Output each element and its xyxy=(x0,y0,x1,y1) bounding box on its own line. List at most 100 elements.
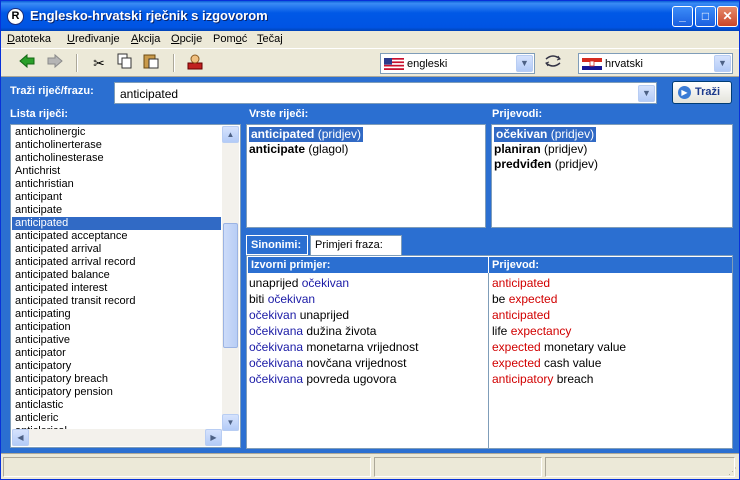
word-list-item[interactable]: anticipated balance xyxy=(12,269,221,282)
scroll-right-icon[interactable]: ▶ xyxy=(205,429,222,446)
word-list-item[interactable]: anticipative xyxy=(12,334,221,347)
scroll-left-icon[interactable]: ◀ xyxy=(12,429,29,446)
word-list-item[interactable]: anticholinesterase xyxy=(12,152,221,165)
word-list-item[interactable]: anticipated arrival xyxy=(12,243,221,256)
translation-example-row[interactable]: anticipated xyxy=(490,307,626,323)
translation-example-row[interactable]: anticipated xyxy=(490,275,626,291)
vertical-scrollbar[interactable]: ▲ ▼ xyxy=(222,126,239,431)
word-list-item[interactable]: anticipating xyxy=(12,308,221,321)
word-list-item[interactable]: anticipatory pension xyxy=(12,386,221,399)
menu-item-label-end: atoteka xyxy=(14,33,52,45)
translation-header: Prijevod: xyxy=(489,257,732,273)
search-button[interactable]: ▶ Traži xyxy=(672,81,732,104)
swap-languages-icon[interactable] xyxy=(543,53,563,73)
user-install-icon[interactable] xyxy=(185,53,205,73)
menu-bar: Datoteka Uređivanje Akcija Opcije Pomoć Tečaj xyxy=(1,31,739,48)
translation-example-row[interactable]: life expectancy xyxy=(490,323,626,339)
translation-example-row-text: life xyxy=(492,324,511,338)
maximize-button[interactable]: □ xyxy=(695,6,716,27)
word-list-header: Lista riječi: xyxy=(10,108,69,120)
toolbar: ✂ engleski ▼ hrvatski ▼ xyxy=(1,48,739,77)
source-example-row[interactable]: očekivan unaprijed xyxy=(247,307,418,323)
translation-item[interactable]: planiran (pridjev) xyxy=(494,142,587,157)
chevron-down-icon[interactable]: ▼ xyxy=(714,55,731,72)
menu-item[interactable]: Akcija xyxy=(131,33,160,45)
scroll-thumb[interactable] xyxy=(223,223,238,348)
scroll-down-icon[interactable]: ▼ xyxy=(222,414,239,431)
translations-list[interactable]: očekivan (pridjev) planiran (pridjev) pred… xyxy=(491,124,733,228)
search-input[interactable]: anticipated ▼ xyxy=(114,82,657,104)
forward-arrow-icon[interactable] xyxy=(45,53,65,73)
word-list-item[interactable]: anticipated transit record xyxy=(12,295,221,308)
word-list-item[interactable]: anticipatory breach xyxy=(12,373,221,386)
app-window: R Englesko-hrvatski rječnik s izgovorom … xyxy=(0,0,740,480)
source-example-row-text: očekivana xyxy=(249,324,304,338)
menu-item[interactable]: Tečaj xyxy=(257,33,283,45)
word-list[interactable]: anticholinergic anticholinerterase anticho… xyxy=(10,124,241,448)
menu-item[interactable]: Datoteka xyxy=(7,33,51,45)
paste-icon[interactable] xyxy=(141,53,161,73)
word-list-item[interactable]: anticipated acceptance xyxy=(12,230,221,243)
scroll-up-icon[interactable]: ▲ xyxy=(222,126,239,143)
target-language-select[interactable]: hrvatski ▼ xyxy=(578,53,733,74)
word-list-item[interactable]: anticipated interest xyxy=(12,282,221,295)
word-list-item[interactable]: anticipator xyxy=(12,347,221,360)
source-example-header: Izvorni primjer: xyxy=(248,257,488,273)
word-list-item[interactable]: anticholinergic xyxy=(12,126,221,139)
word-list-item[interactable]: anticleric xyxy=(12,412,221,425)
translation-example-row-text: expected xyxy=(508,292,558,306)
source-example-row[interactable]: biti očekivan xyxy=(247,291,418,307)
title-bar[interactable]: R Englesko-hrvatski rječnik s izgovorom … xyxy=(1,1,739,31)
menu-item[interactable]: Uređivanje xyxy=(67,33,120,45)
menu-item[interactable]: Pomoć xyxy=(213,33,247,45)
source-example-row-text: biti xyxy=(249,292,268,306)
word-list-item[interactable]: anticipate xyxy=(12,204,221,217)
source-example-row[interactable]: očekivana dužina života xyxy=(247,323,418,339)
minimize-button[interactable]: _ xyxy=(672,6,693,27)
copy-icon[interactable] xyxy=(115,53,135,73)
menu-item-accelerator: U xyxy=(67,33,75,45)
close-button[interactable]: ✕ xyxy=(717,6,738,27)
resize-grip-icon[interactable]: ⋰ xyxy=(728,466,737,477)
source-example-row[interactable]: očekivana povreda ugovora xyxy=(247,371,418,387)
translation-example-row[interactable]: anticipatory breach xyxy=(490,371,626,387)
tab-examples[interactable]: Primjeri fraza: xyxy=(310,235,402,257)
source-example-row-text: povreda ugovora xyxy=(303,372,397,386)
translation-example-row-text: expectancy xyxy=(510,324,572,338)
translation-item[interactable]: predviđen (pridjev) xyxy=(494,157,598,172)
translation-example-row[interactable]: expected cash value xyxy=(490,355,626,371)
cut-icon[interactable]: ✂ xyxy=(89,53,109,73)
search-button-label: Traži xyxy=(695,86,721,98)
source-example-row[interactable]: unaprijed očekivan xyxy=(247,275,418,291)
word-list-item[interactable]: anticipated arrival record xyxy=(12,256,221,269)
word-list-item[interactable]: anticipatory xyxy=(12,360,221,373)
word-list-item[interactable]: anticlastic xyxy=(12,399,221,412)
chevron-down-icon[interactable]: ▼ xyxy=(638,85,655,102)
word-list-item[interactable]: anticipant xyxy=(12,191,221,204)
chevron-down-icon[interactable]: ▼ xyxy=(516,55,533,72)
source-example-row-text: očekivan xyxy=(267,292,316,306)
word-type-item[interactable]: anticipate (glagol) xyxy=(249,142,348,157)
word-list-item[interactable]: anticholinerterase xyxy=(12,139,221,152)
horizontal-scrollbar[interactable]: ◀ ▶ xyxy=(12,429,222,446)
translation-example-row[interactable]: be expected xyxy=(490,291,626,307)
word-types-list[interactable]: anticipated (pridjev) anticipate (glagol) xyxy=(246,124,486,228)
tab-synonyms[interactable]: Sinonimi: xyxy=(246,235,308,255)
word-list-item[interactable]: antichristian xyxy=(12,178,221,191)
play-icon: ▶ xyxy=(678,86,691,99)
word-list-item[interactable]: Antichrist xyxy=(12,165,221,178)
source-example-row-text: očekivana xyxy=(249,340,304,354)
back-arrow-icon[interactable] xyxy=(17,53,37,73)
source-example-row[interactable]: očekivana novčana vrijednost xyxy=(247,355,418,371)
source-language-select[interactable]: engleski ▼ xyxy=(380,53,535,74)
toolbar-separator xyxy=(76,54,78,72)
search-input-value[interactable]: anticipated xyxy=(120,87,178,101)
word-type-item[interactable]: anticipated (pridjev) xyxy=(249,127,364,142)
column-divider xyxy=(488,273,489,449)
menu-item[interactable]: Opcije xyxy=(171,33,202,45)
word-list-item[interactable]: anticipated xyxy=(12,217,221,230)
source-example-row[interactable]: očekivana monetarna vrijednost xyxy=(247,339,418,355)
word-list-item[interactable]: anticipation xyxy=(12,321,221,334)
translation-item[interactable]: očekivan (pridjev) xyxy=(494,127,597,142)
translation-example-row[interactable]: expected monetary value xyxy=(490,339,626,355)
